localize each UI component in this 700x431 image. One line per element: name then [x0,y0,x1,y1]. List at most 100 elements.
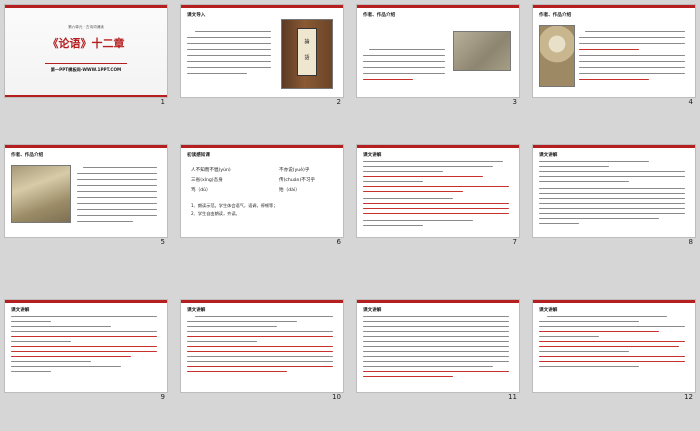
text-line [363,321,509,323]
text-line [363,67,445,69]
text-line [579,67,685,69]
text-line-highlight [539,361,685,363]
text-line [539,198,685,200]
text-line-highlight [539,346,679,348]
text-line [539,176,685,178]
slide-thumbnail-3[interactable]: 作者、作品介绍 3 [357,5,519,110]
text-line [547,316,667,318]
slide-thumbnail-12[interactable]: 课文讲解 12 [533,300,695,405]
slide-heading: 作者、作品介绍 [539,13,572,18]
text-line [539,171,685,173]
text-line-highlight [363,371,509,373]
text-line [539,166,609,168]
text-line [11,371,51,373]
slide-canvas: 课文导入 論 語 [181,5,343,97]
book-image: 論 語 [281,19,333,89]
text-line [77,173,157,175]
text-line [579,43,685,45]
cover-divider [45,63,127,64]
text-line [11,316,157,318]
text-line-highlight [363,203,509,205]
top-band [181,300,343,303]
text-line [11,366,121,368]
text-line [77,221,133,223]
text-line [83,167,157,169]
pinyin-right-3: 殆（dài） [279,188,300,193]
text-line [579,61,685,63]
slide-thumbnail-7[interactable]: 课文讲解 7 [357,145,519,250]
text-line [77,185,157,187]
book-label: 論 語 [297,28,317,76]
text-line [579,55,685,57]
text-line-highlight [579,49,639,51]
top-band [533,145,695,148]
text-line [363,61,445,63]
text-line-highlight [363,376,453,378]
text-line-highlight [11,356,131,358]
cover-subtitle: 第六单元 · 古诗词诵读 [68,25,104,29]
slide-number: 12 [684,393,693,401]
top-band [357,5,519,8]
text-line [363,55,445,57]
text-line [363,336,509,338]
slide-heading: 作者、作品介绍 [363,13,396,18]
slide-number: 8 [688,238,693,246]
text-line-highlight [579,79,649,81]
text-line [11,326,111,328]
text-line [187,341,257,343]
text-line-highlight [11,351,157,353]
text-line [77,209,157,211]
text-line-highlight [11,336,157,338]
text-line [363,181,423,183]
cover-site: 第一PPT模板网-WWW.1PPT.COM [50,67,122,72]
slide-number: 4 [688,98,693,106]
text-line-highlight [187,336,333,338]
text-line [77,179,157,181]
reading-point-2: 2、学生自由朗读，齐读。 [191,211,240,216]
slide-canvas: 作者、作品介绍 [533,5,695,97]
pinyin-right-1: 不亦说(yuè)乎 [279,168,310,173]
text-line [187,331,333,333]
text-line [187,356,333,358]
cover-panel [5,5,167,97]
slide-thumbnail-8[interactable]: 课文讲解 8 [533,145,695,250]
slide-canvas: 课文讲解 [533,145,695,237]
slide-thumbnail-4[interactable]: 作者、作品介绍 4 [533,5,695,110]
slide-thumbnail-6[interactable]: 初读感知课 人不知而不愠(yùn) 不亦说(yuè)乎 三省(xǐng)吾身 传… [181,145,343,250]
top-band [5,300,167,303]
slide-heading: 课文讲解 [363,153,382,158]
pinyin-left-1: 人不知而不愠(yùn) [191,168,231,173]
text-line-highlight [363,208,509,210]
reading-point-1: 1、朗读示范。学生体会语气，语调，停顿等； [191,203,278,208]
text-line [539,326,685,328]
text-line-highlight [187,346,333,348]
slide-thumbnail-2[interactable]: 课文导入 論 語 2 [181,5,343,110]
cover-title: 《论语》十二章 [47,37,125,50]
slide-thumbnail-11[interactable]: 课文讲解 11 [357,300,519,405]
text-line [77,215,157,217]
slide-thumbnail-5[interactable]: 作者、作品介绍 5 [5,145,167,250]
slide-thumbnail-1[interactable]: 第六单元 · 古诗词诵读 《论语》十二章 第一PPT模板网-WWW.1PPT.C… [5,5,167,110]
text-line [363,361,509,363]
text-line [539,366,639,368]
text-line [363,346,509,348]
text-line [187,43,271,45]
text-line [539,181,629,183]
text-line [187,361,333,363]
slide-thumbnail-10[interactable]: 课文讲解 10 [181,300,343,405]
text-line [195,316,333,318]
text-line [363,73,445,75]
slide-number: 6 [336,238,341,246]
text-line [363,356,509,358]
slide-number: 10 [332,393,341,401]
text-line [585,31,685,33]
slide-thumbnail-9[interactable]: 课文讲解 9 [5,300,167,405]
text-line [579,37,685,39]
pinyin-left-3: 笃（dǔ） [191,188,211,193]
confucius-portrait-image [539,25,575,87]
text-line [77,191,157,193]
bottom-band [5,95,167,97]
text-line [77,197,157,199]
slide-heading: 初读感知课 [187,153,210,158]
text-line [11,321,51,323]
